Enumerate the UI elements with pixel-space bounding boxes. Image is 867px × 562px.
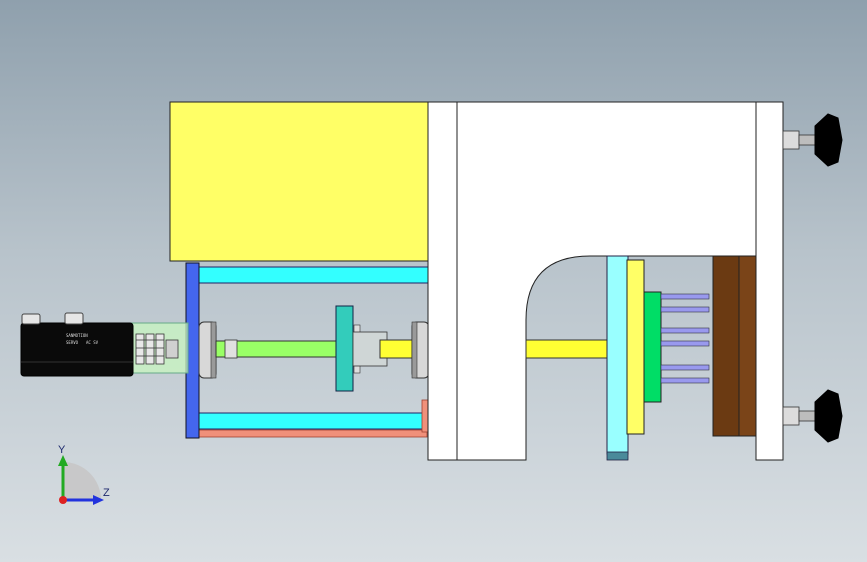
green-mold-core — [643, 291, 662, 403]
pin — [660, 377, 710, 384]
pin — [660, 340, 710, 347]
brown-cavity-plate — [712, 255, 741, 437]
servo-motor: SANMOTION SERVO AC SV — [20, 312, 134, 377]
moving-plate-foot — [606, 451, 629, 461]
main-frame — [427, 101, 757, 461]
moving-plate — [606, 255, 629, 455]
pin — [660, 364, 710, 371]
leveling-foot-top — [782, 113, 843, 167]
triad-quadrant — [63, 462, 101, 500]
pin — [660, 327, 710, 334]
left-bearing-shade — [210, 321, 217, 379]
yellow-block — [169, 101, 429, 262]
origin-marker — [59, 496, 67, 504]
upper-guide-rod — [198, 266, 430, 284]
pin — [660, 293, 710, 300]
cad-assembly-view: SANMOTION SERVO AC SV Y Z — [20, 101, 843, 505]
motor-label-rating: AC SV — [86, 340, 99, 345]
lower-guide-rod — [198, 412, 430, 430]
salmon-base-tab — [421, 399, 429, 433]
shaft-collar — [224, 339, 238, 359]
y-axis-label: Y — [58, 444, 66, 456]
coordinate-triad: Y Z — [58, 444, 110, 505]
mold-plate — [626, 259, 645, 435]
salmon-base-plate — [198, 429, 428, 438]
motor-label-brand: SANMOTION — [66, 333, 88, 338]
motor-label-model: SERVO — [66, 340, 79, 345]
leveling-foot-bottom — [782, 389, 843, 443]
ejector-pins — [660, 293, 710, 384]
push-rod — [525, 339, 609, 359]
right-upright — [755, 101, 784, 461]
pin — [660, 306, 710, 313]
z-axis-label: Z — [103, 487, 110, 499]
lead-screw — [379, 339, 415, 359]
ball-screw-nut-flange — [335, 305, 354, 392]
motor-connector-right — [64, 312, 84, 325]
motor-connector-left — [21, 313, 41, 325]
brown-backing-plate — [738, 255, 757, 437]
right-bearing-shade — [411, 321, 418, 379]
